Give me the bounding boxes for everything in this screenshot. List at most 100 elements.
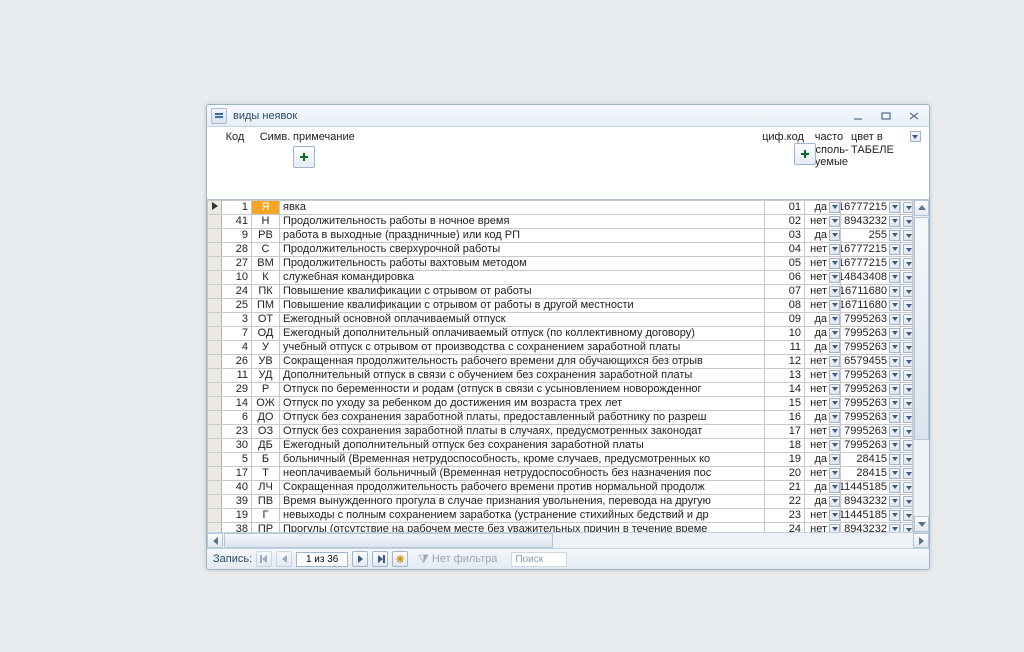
dropdown-icon[interactable]	[889, 370, 900, 381]
cell-color[interactable]: 16777215	[841, 256, 901, 270]
cell-color[interactable]: 14843408	[841, 270, 901, 284]
dropdown-icon[interactable]	[829, 286, 840, 297]
cell-symv[interactable]: ЛЧ	[252, 480, 280, 494]
row-selector[interactable]	[208, 256, 222, 270]
row-selector[interactable]	[208, 242, 222, 256]
table-row[interactable]: 30ДБЕжегодный дополнительный отпуск без …	[208, 438, 913, 452]
dropdown-icon[interactable]	[829, 202, 840, 213]
dropdown-icon[interactable]	[829, 244, 840, 255]
nav-next-button[interactable]	[352, 551, 368, 567]
row-selector[interactable]	[208, 298, 222, 312]
cell-tail[interactable]	[901, 312, 913, 326]
cell-num[interactable]: 03	[765, 228, 805, 242]
table-row[interactable]: 17Тнеоплачиваемый больничный (Временная …	[208, 466, 913, 480]
cell-color[interactable]: 7995263	[841, 340, 901, 354]
cell-desc[interactable]: Прогулы (отсутствие на рабочем месте без…	[280, 522, 765, 532]
cell-symv[interactable]: Т	[252, 466, 280, 480]
cell-color[interactable]: 16777215	[841, 200, 901, 214]
dropdown-icon[interactable]	[889, 510, 900, 521]
cell-symv[interactable]: ВМ	[252, 256, 280, 270]
row-selector[interactable]	[208, 312, 222, 326]
cell-code[interactable]: 7	[222, 326, 252, 340]
cell-tail[interactable]	[901, 200, 913, 214]
dropdown-icon[interactable]	[903, 272, 913, 283]
dropdown-icon[interactable]	[903, 356, 913, 367]
row-selector[interactable]	[208, 284, 222, 298]
cell-code[interactable]: 9	[222, 228, 252, 242]
scroll-up-button[interactable]	[914, 200, 929, 216]
close-button[interactable]	[903, 109, 925, 123]
cell-tail[interactable]	[901, 270, 913, 284]
horizontal-scrollbar[interactable]	[207, 532, 929, 548]
nav-first-button[interactable]	[256, 551, 272, 567]
cell-num[interactable]: 08	[765, 298, 805, 312]
cell-color[interactable]: 7995263	[841, 424, 901, 438]
cell-freq[interactable]: да	[805, 326, 841, 340]
cell-num[interactable]: 10	[765, 326, 805, 340]
cell-tail[interactable]	[901, 256, 913, 270]
dropdown-icon[interactable]	[889, 202, 900, 213]
cell-code[interactable]: 19	[222, 508, 252, 522]
dropdown-icon[interactable]	[829, 398, 840, 409]
cell-tail[interactable]	[901, 522, 913, 532]
dropdown-icon[interactable]	[889, 496, 900, 507]
cell-symv[interactable]: Я	[252, 200, 280, 214]
dropdown-icon[interactable]	[829, 356, 840, 367]
table-row[interactable]: 38ПРПрогулы (отсутствие на рабочем месте…	[208, 522, 913, 532]
dropdown-icon[interactable]	[829, 300, 840, 311]
header-tail-dropdown[interactable]	[910, 131, 921, 142]
dropdown-icon[interactable]	[829, 384, 840, 395]
dropdown-icon[interactable]	[829, 510, 840, 521]
cell-freq[interactable]: нет	[805, 396, 841, 410]
table-row[interactable]: 26УВСокращенная продолжительность рабоче…	[208, 354, 913, 368]
cell-color[interactable]: 28415	[841, 452, 901, 466]
cell-desc[interactable]: Ежегодный основной оплачиваемый отпуск	[280, 312, 765, 326]
dropdown-icon[interactable]	[889, 300, 900, 311]
dropdown-icon[interactable]	[829, 482, 840, 493]
cell-code[interactable]: 40	[222, 480, 252, 494]
dropdown-icon[interactable]	[903, 440, 913, 451]
row-selector[interactable]	[208, 368, 222, 382]
dropdown-icon[interactable]	[903, 398, 913, 409]
table-row[interactable]: 4Уучебный отпуск с отрывом от производст…	[208, 340, 913, 354]
cell-symv[interactable]: УВ	[252, 354, 280, 368]
cell-color[interactable]: 8943232	[841, 214, 901, 228]
dropdown-icon[interactable]	[889, 468, 900, 479]
cell-desc[interactable]: работа в выходные (праздничные) или код …	[280, 228, 765, 242]
cell-desc[interactable]: Ежегодный дополнительный отпуск без сохр…	[280, 438, 765, 452]
cell-freq[interactable]: нет	[805, 284, 841, 298]
table-row[interactable]: 3ОТЕжегодный основной оплачиваемый отпус…	[208, 312, 913, 326]
row-selector[interactable]	[208, 452, 222, 466]
dropdown-icon[interactable]	[903, 300, 913, 311]
cell-code[interactable]: 11	[222, 368, 252, 382]
cell-color[interactable]: 16711680	[841, 284, 901, 298]
cell-desc[interactable]: Время вынужденного прогула в случае приз…	[280, 494, 765, 508]
hscroll-left-button[interactable]	[207, 533, 223, 548]
cell-color[interactable]: 7995263	[841, 410, 901, 424]
dropdown-icon[interactable]	[889, 384, 900, 395]
cell-code[interactable]: 28	[222, 242, 252, 256]
dropdown-icon[interactable]	[903, 426, 913, 437]
table-row[interactable]: 27ВМПродолжительность работы вахтовым ме…	[208, 256, 913, 270]
cell-num[interactable]: 02	[765, 214, 805, 228]
cell-code[interactable]: 29	[222, 382, 252, 396]
dropdown-icon[interactable]	[903, 524, 913, 532]
dropdown-icon[interactable]	[889, 398, 900, 409]
cell-freq[interactable]: да	[805, 452, 841, 466]
table-row[interactable]: 23ОЗОтпуск без сохранения заработной пла…	[208, 424, 913, 438]
dropdown-icon[interactable]	[903, 286, 913, 297]
cell-desc[interactable]: больничный (Временная нетрудоспособность…	[280, 452, 765, 466]
cell-color[interactable]: 11445185	[841, 508, 901, 522]
nav-position-input[interactable]	[296, 552, 348, 567]
cell-code[interactable]: 3	[222, 312, 252, 326]
dropdown-icon[interactable]	[903, 510, 913, 521]
cell-desc[interactable]: Отпуск без сохранения заработной платы в…	[280, 424, 765, 438]
cell-symv[interactable]: ПР	[252, 522, 280, 532]
cell-color[interactable]: 7995263	[841, 312, 901, 326]
cell-freq[interactable]: нет	[805, 522, 841, 532]
cell-code[interactable]: 30	[222, 438, 252, 452]
cell-desc[interactable]: неоплачиваемый больничный (Временная нет…	[280, 466, 765, 480]
cell-symv[interactable]: Р	[252, 382, 280, 396]
minimize-button[interactable]	[847, 109, 869, 123]
dropdown-icon[interactable]	[903, 468, 913, 479]
